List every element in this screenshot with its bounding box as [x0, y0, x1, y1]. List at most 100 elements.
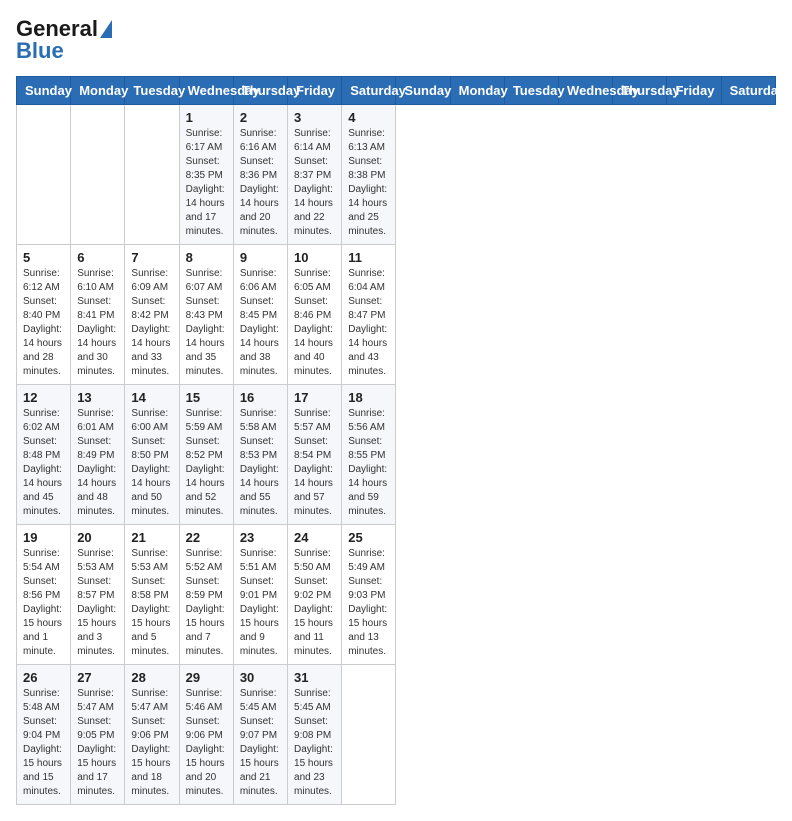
cell-content: Sunrise: 6:06 AM Sunset: 8:45 PM Dayligh…: [240, 267, 281, 379]
day-number: 19: [23, 530, 64, 545]
calendar-cell: 9 Sunrise: 6:06 AM Sunset: 8:45 PM Daylig…: [233, 245, 287, 385]
day-number: 27: [77, 670, 118, 685]
header-tuesday: Tuesday: [504, 77, 558, 105]
calendar-cell: 8Sunrise: 6:07 AM Sunset: 8:43 PM Daylig…: [179, 245, 233, 385]
calendar-cell: 16Sunrise: 5:58 AM Sunset: 8:53 PM Dayli…: [233, 385, 287, 525]
day-number: 22: [186, 530, 227, 545]
day-number: 31: [294, 670, 335, 685]
calendar-cell: 28Sunrise: 5:47 AM Sunset: 9:06 PM Dayli…: [125, 665, 179, 805]
day-number: 20: [77, 530, 118, 545]
header-saturday: Saturday: [342, 77, 396, 105]
calendar-week-row: 1Sunrise: 6:17 AM Sunset: 8:35 PM Daylig…: [17, 105, 776, 245]
header-wednesday: Wednesday: [559, 77, 613, 105]
cell-content: Sunrise: 6:12 AM Sunset: 8:40 PM Dayligh…: [23, 267, 64, 379]
calendar-cell: 7 Sunrise: 6:09 AM Sunset: 8:42 PM Daylig…: [125, 245, 179, 385]
cell-content: Sunrise: 6:05 AM Sunset: 8:46 PM Dayligh…: [294, 267, 335, 379]
cell-content: Sunrise: 5:46 AM Sunset: 9:06 PM Dayligh…: [186, 687, 227, 799]
day-number: 16: [240, 390, 281, 405]
header-tuesday: Tuesday: [125, 77, 179, 105]
day-number: 21: [131, 530, 172, 545]
cell-content: Sunrise: 5:59 AM Sunset: 8:52 PM Dayligh…: [186, 407, 227, 519]
cell-content: Sunrise: 5:49 AM Sunset: 9:03 PM Dayligh…: [348, 547, 389, 659]
header-wednesday: Wednesday: [179, 77, 233, 105]
cell-content: Sunrise: 5:45 AM Sunset: 9:07 PM Dayligh…: [240, 687, 281, 799]
cell-content: Sunrise: 6:00 AM Sunset: 8:50 PM Dayligh…: [131, 407, 172, 519]
calendar-cell: 15Sunrise: 5:59 AM Sunset: 8:52 PM Dayli…: [179, 385, 233, 525]
day-number: 14: [131, 390, 172, 405]
cell-content: Sunrise: 6:09 AM Sunset: 8:42 PM Dayligh…: [131, 267, 172, 379]
cell-content: Sunrise: 5:57 AM Sunset: 8:54 PM Dayligh…: [294, 407, 335, 519]
cell-content: Sunrise: 6:17 AM Sunset: 8:35 PM Dayligh…: [186, 127, 227, 239]
day-number: 12: [23, 390, 64, 405]
day-number: 5: [23, 250, 64, 265]
calendar-week-row: 12 Sunrise: 6:02 AM Sunset: 8:48 PM Dayli…: [17, 385, 776, 525]
header-friday: Friday: [288, 77, 342, 105]
calendar-cell: 10 Sunrise: 6:05 AM Sunset: 8:46 PM Dayli…: [288, 245, 342, 385]
calendar-cell: 23 Sunrise: 5:51 AM Sunset: 9:01 PM Dayli…: [233, 525, 287, 665]
header-thursday: Thursday: [233, 77, 287, 105]
day-number: 29: [186, 670, 227, 685]
calendar-cell: 31 Sunrise: 5:45 AM Sunset: 9:08 PM Dayli…: [288, 665, 342, 805]
calendar-cell: 6Sunrise: 6:10 AM Sunset: 8:41 PM Daylig…: [71, 245, 125, 385]
day-number: 28: [131, 670, 172, 685]
cell-content: Sunrise: 5:56 AM Sunset: 8:55 PM Dayligh…: [348, 407, 389, 519]
day-number: 9: [240, 250, 281, 265]
calendar-week-row: 5 Sunrise: 6:12 AM Sunset: 8:40 PM Daylig…: [17, 245, 776, 385]
cell-content: Sunrise: 5:54 AM Sunset: 8:56 PM Dayligh…: [23, 547, 64, 659]
day-number: 6: [77, 250, 118, 265]
calendar-cell: 13Sunrise: 6:01 AM Sunset: 8:49 PM Dayli…: [71, 385, 125, 525]
calendar-week-row: 19 Sunrise: 5:54 AM Sunset: 8:56 PM Dayli…: [17, 525, 776, 665]
calendar-cell: 26 Sunrise: 5:48 AM Sunset: 9:04 PM Dayli…: [17, 665, 71, 805]
cell-content: Sunrise: 5:51 AM Sunset: 9:01 PM Dayligh…: [240, 547, 281, 659]
header-sunday: Sunday: [17, 77, 71, 105]
day-number: 3: [294, 110, 335, 125]
header-sunday: Sunday: [396, 77, 450, 105]
calendar-cell: 12 Sunrise: 6:02 AM Sunset: 8:48 PM Dayli…: [17, 385, 71, 525]
cell-content: Sunrise: 5:52 AM Sunset: 8:59 PM Dayligh…: [186, 547, 227, 659]
day-number: 7: [131, 250, 172, 265]
day-number: 8: [186, 250, 227, 265]
calendar-cell: 3Sunrise: 6:14 AM Sunset: 8:37 PM Daylig…: [288, 105, 342, 245]
calendar-cell: 5 Sunrise: 6:12 AM Sunset: 8:40 PM Daylig…: [17, 245, 71, 385]
day-number: 24: [294, 530, 335, 545]
cell-content: Sunrise: 5:50 AM Sunset: 9:02 PM Dayligh…: [294, 547, 335, 659]
logo-text-blue: Blue: [16, 38, 64, 64]
calendar-cell: 1Sunrise: 6:17 AM Sunset: 8:35 PM Daylig…: [179, 105, 233, 245]
calendar-cell: 22 Sunrise: 5:52 AM Sunset: 8:59 PM Dayli…: [179, 525, 233, 665]
calendar-cell: 4 Sunrise: 6:13 AM Sunset: 8:38 PM Daylig…: [342, 105, 396, 245]
calendar-cell: 14 Sunrise: 6:00 AM Sunset: 8:50 PM Dayli…: [125, 385, 179, 525]
cell-content: Sunrise: 6:16 AM Sunset: 8:36 PM Dayligh…: [240, 127, 281, 239]
day-number: 26: [23, 670, 64, 685]
cell-content: Sunrise: 6:02 AM Sunset: 8:48 PM Dayligh…: [23, 407, 64, 519]
calendar-cell: 2 Sunrise: 6:16 AM Sunset: 8:36 PM Daylig…: [233, 105, 287, 245]
logo-arrow-icon: [100, 20, 112, 38]
day-number: 18: [348, 390, 389, 405]
calendar-cell: [125, 105, 179, 245]
header-saturday: Saturday: [721, 77, 775, 105]
calendar-cell: [71, 105, 125, 245]
calendar-cell: 18 Sunrise: 5:56 AM Sunset: 8:55 PM Dayli…: [342, 385, 396, 525]
header-monday: Monday: [71, 77, 125, 105]
calendar-cell: 19 Sunrise: 5:54 AM Sunset: 8:56 PM Dayli…: [17, 525, 71, 665]
calendar-cell: 17 Sunrise: 5:57 AM Sunset: 8:54 PM Dayli…: [288, 385, 342, 525]
cell-content: Sunrise: 6:01 AM Sunset: 8:49 PM Dayligh…: [77, 407, 118, 519]
calendar-header-row: SundayMondayTuesdayWednesdayThursdayFrid…: [17, 77, 776, 105]
day-number: 2: [240, 110, 281, 125]
calendar-cell: 11Sunrise: 6:04 AM Sunset: 8:47 PM Dayli…: [342, 245, 396, 385]
calendar-cell: 21 Sunrise: 5:53 AM Sunset: 8:58 PM Dayli…: [125, 525, 179, 665]
calendar-cell: 24 Sunrise: 5:50 AM Sunset: 9:02 PM Dayli…: [288, 525, 342, 665]
day-number: 10: [294, 250, 335, 265]
cell-content: Sunrise: 5:53 AM Sunset: 8:58 PM Dayligh…: [131, 547, 172, 659]
day-number: 23: [240, 530, 281, 545]
cell-content: Sunrise: 5:48 AM Sunset: 9:04 PM Dayligh…: [23, 687, 64, 799]
header-thursday: Thursday: [613, 77, 667, 105]
cell-content: Sunrise: 5:47 AM Sunset: 9:05 PM Dayligh…: [77, 687, 118, 799]
calendar-cell: [17, 105, 71, 245]
cell-content: Sunrise: 6:13 AM Sunset: 8:38 PM Dayligh…: [348, 127, 389, 239]
day-number: 4: [348, 110, 389, 125]
day-number: 17: [294, 390, 335, 405]
calendar-cell: 25 Sunrise: 5:49 AM Sunset: 9:03 PM Dayli…: [342, 525, 396, 665]
calendar-table: SundayMondayTuesdayWednesdayThursdayFrid…: [16, 76, 776, 805]
cell-content: Sunrise: 5:45 AM Sunset: 9:08 PM Dayligh…: [294, 687, 335, 799]
day-number: 25: [348, 530, 389, 545]
